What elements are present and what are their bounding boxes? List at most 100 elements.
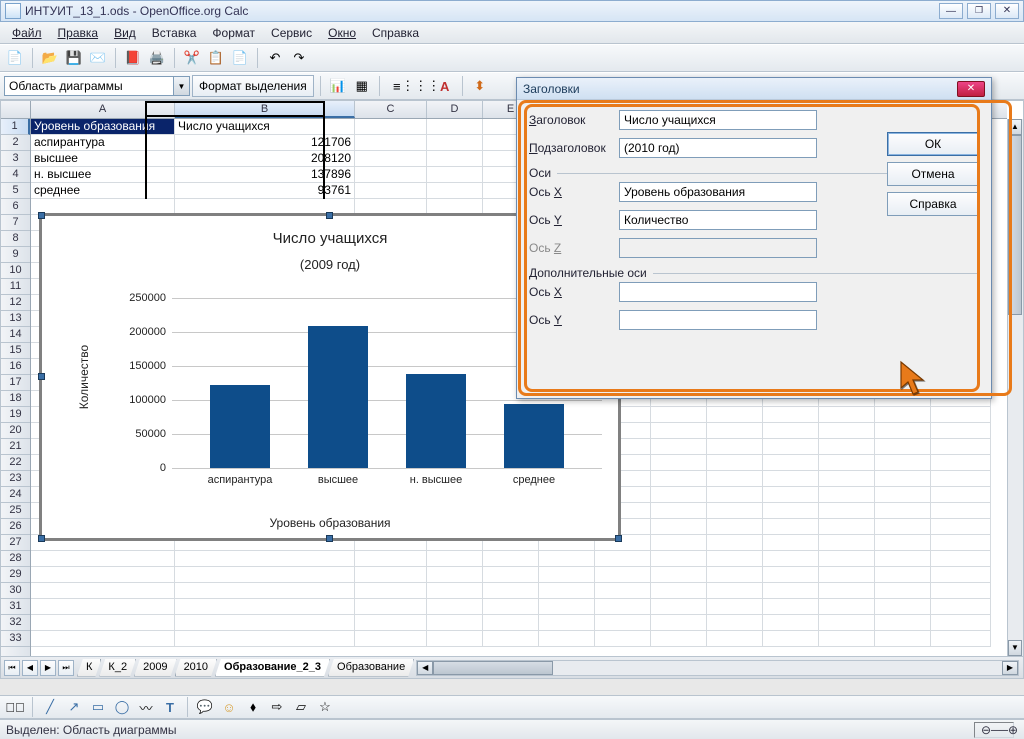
cell[interactable] [539, 551, 595, 567]
cell[interactable] [539, 631, 595, 647]
menu-help[interactable]: Справка [364, 24, 427, 42]
cell[interactable] [483, 615, 539, 631]
cell[interactable] [427, 567, 483, 583]
chart-x-axis-label[interactable]: Уровень образования [42, 516, 618, 530]
cell[interactable] [175, 567, 355, 583]
row-header[interactable]: 2 [1, 135, 30, 151]
axis-x-input[interactable] [619, 182, 817, 202]
cell[interactable] [355, 199, 427, 215]
open-button[interactable]: 📂 [39, 47, 61, 69]
row-header[interactable]: 26 [1, 519, 30, 535]
freeform-tool-button[interactable]: 〰 [135, 696, 157, 718]
cell[interactable] [763, 599, 819, 615]
cell[interactable] [875, 519, 931, 535]
scroll-left-button[interactable]: ◀ [417, 661, 433, 675]
cell[interactable] [763, 487, 819, 503]
cell[interactable] [875, 599, 931, 615]
subtitle-input[interactable] [619, 138, 817, 158]
cell[interactable] [427, 631, 483, 647]
basic-shapes-button[interactable]: ☺ [218, 696, 240, 718]
cell[interactable] [931, 455, 991, 471]
chart-data-button[interactable]: ▦ [351, 75, 373, 97]
cell[interactable] [707, 423, 763, 439]
column-header[interactable]: A [31, 101, 175, 118]
cell[interactable] [427, 119, 483, 135]
sheet-tab[interactable]: Образование_2_3 [215, 659, 330, 677]
cell[interactable] [875, 631, 931, 647]
cell[interactable] [355, 567, 427, 583]
cell[interactable]: Число учащихся [175, 119, 355, 135]
cell[interactable]: 137896 [175, 167, 355, 183]
cell[interactable] [31, 615, 175, 631]
cell[interactable] [819, 455, 875, 471]
cell[interactable] [819, 503, 875, 519]
resize-handle[interactable] [38, 373, 45, 380]
cell[interactable] [595, 599, 651, 615]
vscroll-thumb[interactable] [1008, 135, 1022, 315]
cell[interactable] [707, 535, 763, 551]
arrow-tool-button[interactable]: ↗ [63, 696, 85, 718]
cell[interactable] [483, 567, 539, 583]
scroll-up-button[interactable]: ▲ [1008, 119, 1022, 135]
cell[interactable] [763, 471, 819, 487]
cell[interactable] [355, 135, 427, 151]
tab-prev-button[interactable]: ◀ [22, 660, 38, 676]
help-button[interactable]: Справка [887, 192, 979, 216]
row-header[interactable]: 23 [1, 471, 30, 487]
cell[interactable] [31, 199, 175, 215]
stars-button[interactable]: ☆ [314, 696, 336, 718]
cell[interactable] [539, 615, 595, 631]
cell[interactable] [483, 551, 539, 567]
cell[interactable] [355, 631, 427, 647]
tab-first-button[interactable]: ⏮ [4, 660, 20, 676]
sec-axis-y-input[interactable] [619, 310, 817, 330]
cell[interactable] [931, 471, 991, 487]
cell[interactable] [763, 535, 819, 551]
row-header[interactable]: 22 [1, 455, 30, 471]
column-header[interactable]: B [175, 101, 355, 118]
horizontal-scrollbar[interactable]: ◀ ▶ [416, 660, 1019, 676]
cell[interactable] [651, 567, 707, 583]
cell[interactable] [875, 615, 931, 631]
row-header[interactable]: 30 [1, 583, 30, 599]
cell[interactable] [31, 599, 175, 615]
cell[interactable]: 208120 [175, 151, 355, 167]
cell[interactable] [763, 439, 819, 455]
chart-bar[interactable] [308, 326, 368, 468]
cell[interactable] [931, 519, 991, 535]
menu-tools[interactable]: Сервис [263, 24, 320, 42]
menu-format[interactable]: Формат [204, 24, 263, 42]
cell[interactable] [819, 567, 875, 583]
cell[interactable] [763, 519, 819, 535]
cell[interactable] [875, 551, 931, 567]
cell[interactable] [651, 583, 707, 599]
cell[interactable]: 121706 [175, 135, 355, 151]
cell[interactable] [427, 599, 483, 615]
cell[interactable] [763, 503, 819, 519]
tab-last-button[interactable]: ⏭ [58, 660, 74, 676]
resize-handle[interactable] [326, 212, 333, 219]
cell[interactable] [819, 631, 875, 647]
cell[interactable] [427, 167, 483, 183]
cell[interactable] [651, 455, 707, 471]
row-header[interactable]: 10 [1, 263, 30, 279]
column-header[interactable]: D [427, 101, 483, 118]
sec-axis-x-input[interactable] [619, 282, 817, 302]
row-header[interactable]: 9 [1, 247, 30, 263]
cell[interactable] [355, 119, 427, 135]
cell[interactable] [931, 407, 991, 423]
menu-insert[interactable]: Вставка [144, 24, 205, 42]
cell[interactable] [707, 631, 763, 647]
cell[interactable] [763, 455, 819, 471]
cell[interactable] [931, 551, 991, 567]
legend-button[interactable]: A [434, 75, 456, 97]
cell[interactable] [931, 439, 991, 455]
cell[interactable] [427, 615, 483, 631]
row-header[interactable]: 29 [1, 567, 30, 583]
cell[interactable] [427, 583, 483, 599]
cell[interactable]: аспирантура [31, 135, 175, 151]
sheet-tab[interactable]: 2009 [134, 659, 176, 677]
cell[interactable]: высшее [31, 151, 175, 167]
cell[interactable] [707, 519, 763, 535]
row-header[interactable]: 15 [1, 343, 30, 359]
